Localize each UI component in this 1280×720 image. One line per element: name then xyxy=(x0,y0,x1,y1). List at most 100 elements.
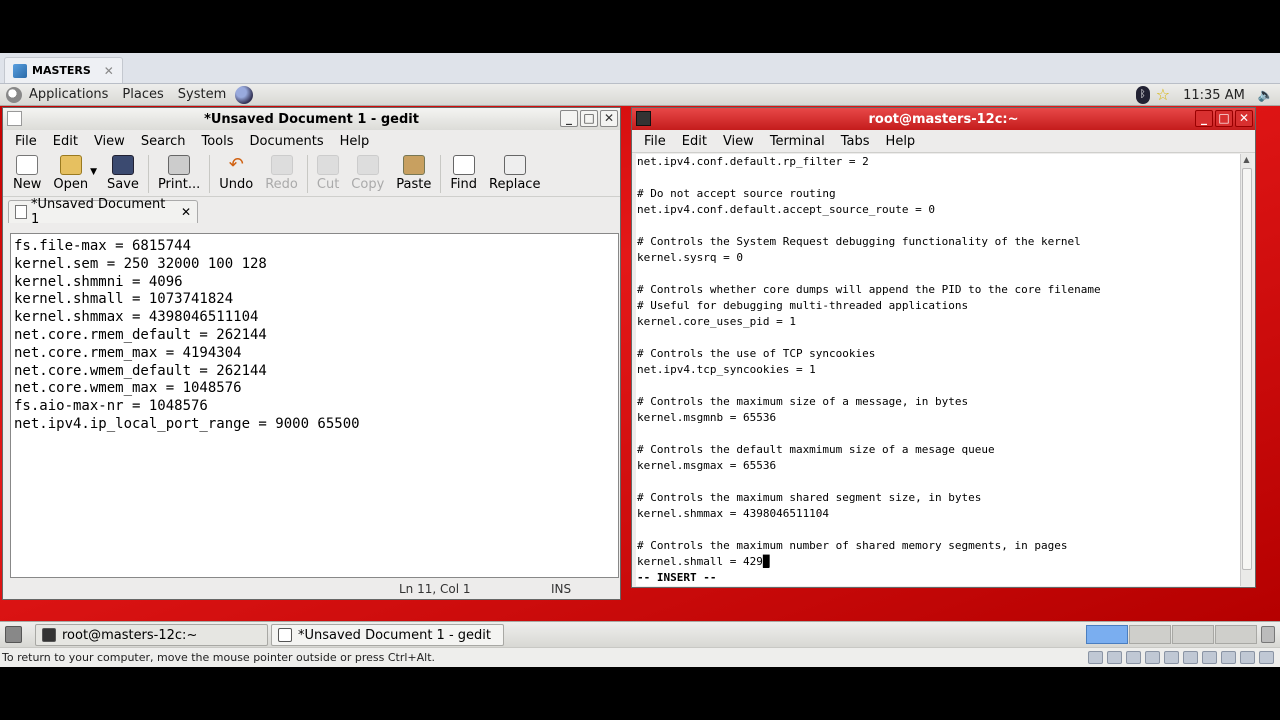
terminal-line: # Controls the default maxmimum size of … xyxy=(637,443,995,456)
menu-file[interactable]: File xyxy=(7,134,45,149)
close-button[interactable]: ✕ xyxy=(600,110,618,127)
volume-icon[interactable]: 🔈 xyxy=(1258,88,1274,103)
find-label: Find xyxy=(450,177,478,192)
close-icon[interactable]: ✕ xyxy=(181,205,191,219)
applications-menu[interactable]: Applications xyxy=(22,87,115,102)
redo-label: Redo xyxy=(265,177,298,192)
close-icon[interactable]: ✕ xyxy=(104,64,114,78)
redo-button[interactable]: Redo xyxy=(259,155,304,192)
minimize-button[interactable]: _ xyxy=(1195,110,1213,127)
updates-star-icon[interactable]: ☆ xyxy=(1156,86,1170,104)
gedit-titlebar[interactable]: *Unsaved Document 1 - gedit _ □ ✕ xyxy=(3,108,620,130)
vm-tab-masters[interactable]: MASTERS ✕ xyxy=(4,57,123,83)
menu-tabs[interactable]: Tabs xyxy=(833,134,878,149)
terminal-line: # Controls whether core dumps will appen… xyxy=(637,283,1101,296)
replace-button[interactable]: Replace xyxy=(483,155,546,192)
maximize-button[interactable]: □ xyxy=(580,110,598,127)
network-icon-2[interactable] xyxy=(1164,651,1179,664)
menu-file[interactable]: File xyxy=(636,134,674,149)
terminal-line: # Controls the System Request debugging … xyxy=(637,235,1081,248)
workspace-4[interactable] xyxy=(1215,625,1257,644)
hard-disk-icon[interactable] xyxy=(1088,651,1103,664)
insert-mode-indicator[interactable]: INS xyxy=(551,582,571,596)
terminal-line: # Do not accept source routing xyxy=(637,187,836,200)
shared-folder-icon[interactable] xyxy=(1221,651,1236,664)
menu-edit[interactable]: Edit xyxy=(45,134,86,149)
open-recent-dropdown[interactable]: ▼ xyxy=(90,155,97,177)
optical-drive-icon[interactable] xyxy=(1107,651,1122,664)
scissors-icon xyxy=(317,155,340,175)
menu-view[interactable]: View xyxy=(715,134,762,149)
open-button[interactable]: Open xyxy=(47,155,94,192)
letterbox-bottom xyxy=(0,667,1280,720)
undo-button[interactable]: ↶ Undo xyxy=(213,155,259,193)
gnome-foot-icon[interactable] xyxy=(6,86,22,103)
workspace-1[interactable] xyxy=(1086,625,1128,644)
display-icon[interactable] xyxy=(1240,651,1255,664)
workspace-3[interactable] xyxy=(1172,625,1214,644)
gedit-toolbar: New Open ▼ Save Print... ↶ Undo Redo Cut xyxy=(3,153,620,197)
scrollbar-thumb[interactable] xyxy=(1242,168,1252,570)
trash-icon[interactable] xyxy=(1261,626,1275,643)
find-button[interactable]: Find xyxy=(444,155,483,192)
terminal-line: # Controls the maximum shared segment si… xyxy=(637,491,982,504)
menu-search[interactable]: Search xyxy=(133,134,194,149)
terminal-current-line: kernel.shmall = 429█ xyxy=(637,554,1240,570)
editor-line: net.core.wmem_default = 262144 xyxy=(14,362,267,379)
taskbar-item-terminal[interactable]: root@masters-12c:~ xyxy=(35,624,268,646)
editor-line: net.core.rmem_max = 4194304 xyxy=(14,344,242,361)
terminal-output[interactable]: net.ipv4.conf.default.rp_filter = 2 # Do… xyxy=(636,154,1241,586)
menu-documents[interactable]: Documents xyxy=(242,134,332,149)
taskbar-item-gedit[interactable]: *Unsaved Document 1 - gedit xyxy=(271,624,504,646)
system-menu[interactable]: System xyxy=(171,87,233,102)
gedit-app-icon xyxy=(7,111,22,126)
menu-view[interactable]: View xyxy=(86,134,133,149)
menu-tools[interactable]: Tools xyxy=(193,134,241,149)
paste-label: Paste xyxy=(396,177,432,192)
new-label: New xyxy=(13,177,42,192)
places-menu[interactable]: Places xyxy=(115,87,170,102)
menu-edit[interactable]: Edit xyxy=(674,134,715,149)
workspace-switcher xyxy=(1086,625,1257,644)
gedit-menubar: File Edit View Search Tools Documents He… xyxy=(3,130,620,153)
copy-button[interactable]: Copy xyxy=(345,155,390,192)
show-desktop-icon[interactable] xyxy=(5,626,22,643)
terminal-menubar: File Edit View Terminal Tabs Help xyxy=(632,130,1255,153)
menu-help[interactable]: Help xyxy=(332,134,378,149)
maximize-button[interactable]: □ xyxy=(1215,110,1233,127)
scroll-up-icon[interactable]: ▲ xyxy=(1241,154,1252,166)
menu-help[interactable]: Help xyxy=(878,134,924,149)
browser-launcher-icon[interactable] xyxy=(235,85,254,104)
floppy-icon[interactable] xyxy=(1126,651,1141,664)
print-button[interactable]: Print... xyxy=(152,155,206,192)
menu-terminal[interactable]: Terminal xyxy=(762,134,833,149)
clipboard-paste-icon xyxy=(402,155,425,175)
tab-unsaved-document-1[interactable]: *Unsaved Document 1 ✕ xyxy=(8,197,198,227)
terminal-titlebar[interactable]: root@masters-12c:~ _ □ ✕ xyxy=(632,108,1255,130)
minimize-button[interactable]: _ xyxy=(560,110,578,127)
new-button[interactable]: New xyxy=(7,155,47,192)
host-key-arrow-icon[interactable] xyxy=(1259,651,1274,664)
audio-icon[interactable] xyxy=(1202,651,1217,664)
terminal-window: root@masters-12c:~ _ □ ✕ File Edit View … xyxy=(631,107,1256,588)
editor-line: net.ipv4.ip_local_port_range = 9000 6550… xyxy=(14,415,360,432)
editor-line: fs.file-max = 6815744 xyxy=(14,238,192,254)
close-button[interactable]: ✕ xyxy=(1235,110,1253,127)
clock[interactable]: 11:35 AM xyxy=(1176,88,1252,103)
cut-button[interactable]: Cut xyxy=(311,155,345,192)
bluetooth-icon[interactable]: ᛒ xyxy=(1135,86,1150,104)
gedit-statusbar: Ln 11, Col 1 INS xyxy=(3,578,620,600)
save-button[interactable]: Save xyxy=(101,155,145,192)
terminal-scrollbar[interactable]: ▲ xyxy=(1240,154,1252,586)
vm-tab-label: MASTERS xyxy=(32,64,91,77)
workspace-2[interactable] xyxy=(1129,625,1171,644)
network-icon[interactable] xyxy=(1145,651,1160,664)
virtualbox-icon xyxy=(13,63,27,78)
toolbar-separator xyxy=(306,155,308,193)
taskbar-gedit-label: *Unsaved Document 1 - gedit xyxy=(298,627,491,643)
gedit-text-area[interactable]: fs.file-max = 6815744 kernel.sem = 250 32… xyxy=(10,233,619,578)
usb-icon[interactable] xyxy=(1183,651,1198,664)
terminal-line: # Controls the maximum size of a message… xyxy=(637,395,969,408)
paste-button[interactable]: Paste xyxy=(390,155,437,192)
